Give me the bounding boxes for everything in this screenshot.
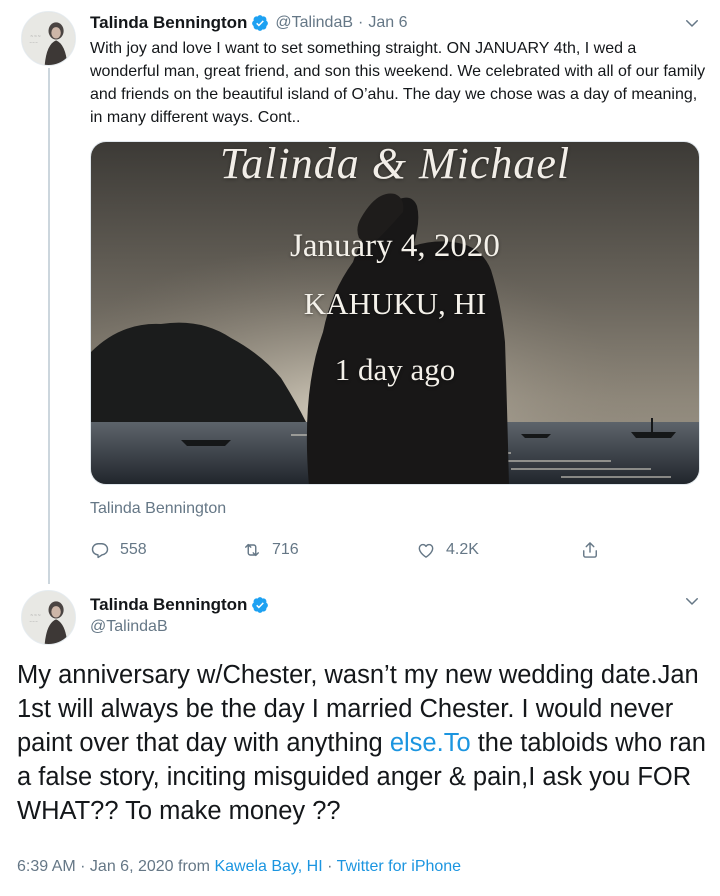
reply-button[interactable]: 558 [90, 540, 147, 560]
reply-icon [91, 543, 109, 559]
tweet-timestamp[interactable]: 6:39 AM · Jan 6, 2020 from [17, 858, 214, 875]
author-name[interactable]: Talinda Bennington [90, 595, 247, 615]
separator-dot: · [322, 858, 337, 875]
tweet-header: Talinda Bennington @TalindaB · Jan 6 [90, 12, 408, 34]
thread-line [48, 68, 50, 584]
tweet-actions: 558 716 4.2K [90, 540, 610, 562]
retweet-icon [245, 543, 259, 557]
share-button[interactable] [580, 540, 610, 560]
photo-place-text: KAHUKU, HI [303, 286, 487, 321]
avatar[interactable]: ~ ~ ~ ~ ~ ~ [21, 590, 76, 645]
like-count: 4.2K [446, 541, 479, 558]
chevron-down-icon[interactable] [683, 14, 701, 32]
tweet-link[interactable]: else.To [390, 729, 471, 757]
photo-date-text: January 4, 2020 [290, 228, 500, 264]
avatar[interactable]: ~ ~ ~ ~ ~ ~ [21, 11, 76, 66]
tweet-location[interactable]: Kawela Bay, HI [214, 858, 322, 875]
tweet-photo[interactable]: Talinda & Michael January 4, 2020 KAHUKU… [90, 141, 700, 485]
svg-text:~ ~ ~: ~ ~ ~ [31, 35, 41, 40]
svg-text:~ ~ ~: ~ ~ ~ [30, 41, 38, 45]
share-icon [583, 542, 597, 558]
like-icon [418, 543, 434, 558]
separator-dot: · [358, 14, 364, 31]
tweet-header: Talinda Bennington @TalindaB [90, 594, 269, 636]
svg-text:~ ~ ~: ~ ~ ~ [31, 614, 41, 619]
chevron-down-icon[interactable] [683, 592, 701, 610]
tweet-metadata: 6:39 AM · Jan 6, 2020 from Kawela Bay, H… [17, 858, 461, 876]
photo-caption: Talinda Bennington [90, 500, 227, 517]
reply-count: 558 [120, 541, 147, 558]
author-handle[interactable]: @TalindaB [275, 14, 353, 32]
tweet-client[interactable]: Twitter for iPhone [337, 858, 462, 875]
photo-script-text: Talinda & Michael [219, 141, 571, 188]
author-name[interactable]: Talinda Bennington [90, 13, 247, 33]
photo-ago-text: 1 day ago [334, 352, 456, 387]
retweet-button[interactable]: 716 [242, 540, 299, 560]
tweet-first: ~ ~ ~ ~ ~ ~ Talinda Bennington @TalindaB… [0, 0, 720, 584]
like-button[interactable]: 4.2K [416, 540, 479, 560]
tweet-text: With joy and love I want to set somethin… [90, 40, 706, 126]
tweet-date[interactable]: Jan 6 [368, 14, 407, 32]
svg-text:~ ~ ~: ~ ~ ~ [30, 620, 38, 624]
verified-badge-icon [251, 596, 269, 614]
tweet-text: My anniversary w/Chester, wasn’t my new … [17, 658, 707, 828]
verified-badge-icon [251, 14, 269, 32]
author-handle[interactable]: @TalindaB [90, 618, 269, 636]
retweet-count: 716 [272, 541, 299, 558]
